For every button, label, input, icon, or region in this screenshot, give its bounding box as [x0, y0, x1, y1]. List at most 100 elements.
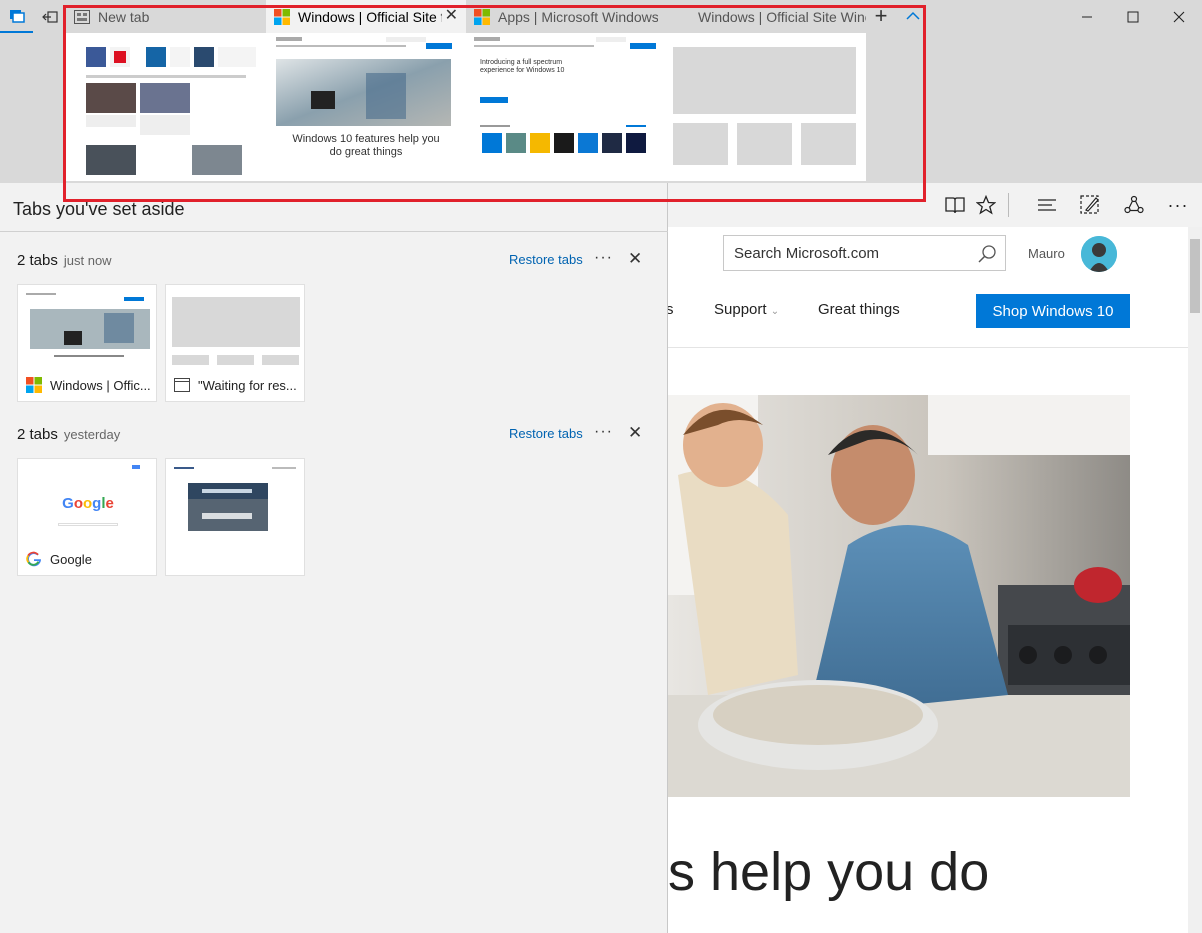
card-thumbnail	[24, 291, 152, 365]
card-title: "Waiting for res...	[198, 377, 297, 393]
close-tab-icon[interactable]: ✕	[445, 8, 458, 24]
tab-new-tab[interactable]: New tab	[66, 0, 266, 33]
group-header: 2 tabs just now	[17, 252, 112, 269]
minimize-icon	[1082, 16, 1092, 17]
hero-headline: s help you do	[668, 842, 990, 902]
plus-icon: +	[874, 3, 888, 28]
tab-preview-loading[interactable]	[666, 33, 866, 181]
chevron-up-icon	[906, 11, 920, 20]
new-tab-icon	[74, 9, 90, 24]
tab-label: Windows | Official Site Winc	[698, 8, 866, 25]
tab-preview-windows[interactable]: Windows 10 features help you do great th…	[266, 33, 466, 181]
tab-previews: Windows 10 features help you do great th…	[0, 33, 1202, 183]
tab-windows-official[interactable]: Windows | Official Site f ✕	[266, 0, 466, 33]
group-time: just now	[63, 253, 112, 268]
windows-page-thumbnail	[24, 291, 152, 365]
card-title: Google	[50, 551, 92, 567]
share-icon	[1124, 195, 1144, 214]
loading-page-thumbnail	[172, 291, 300, 365]
tab-label: Apps | Microsoft Windows	[498, 8, 658, 25]
more-icon[interactable]: ···	[594, 249, 613, 267]
page-icon	[174, 378, 190, 392]
avatar[interactable]	[1081, 236, 1117, 272]
group-count: 2 tabs	[17, 252, 58, 269]
card-title: Windows | Offic...	[50, 377, 151, 393]
card-thumbnail	[172, 465, 300, 539]
preview-headline: Introducing a full spectrum experience f…	[480, 59, 565, 74]
more-icon[interactable]: ···	[594, 423, 613, 441]
browser-toolbar: ···	[668, 183, 1202, 227]
search-input[interactable]: Search Microsoft.com	[723, 235, 1006, 271]
set-aside-icon	[41, 10, 58, 23]
tab-preview-apps[interactable]: Introducing a full spectrum experience f…	[466, 33, 666, 181]
shop-windows-button[interactable]: Shop Windows 10	[976, 294, 1130, 328]
book-icon	[945, 197, 965, 214]
hero-image	[668, 395, 1130, 797]
tab-windows-official-2[interactable]: Windows | Official Site Winc	[666, 0, 866, 33]
nav-item-products[interactable]: s	[668, 301, 674, 318]
nav-item-support[interactable]: Support ⌄	[714, 301, 779, 318]
set-tabs-aside-button[interactable]	[33, 0, 66, 33]
hub-button[interactable]	[1033, 191, 1061, 219]
tab-apps-microsoft[interactable]: Apps | Microsoft Windows	[466, 0, 666, 33]
new-tab-thumbnail	[66, 33, 266, 181]
nav-item-great-things[interactable]: Great things	[818, 301, 900, 318]
hero-photo	[668, 395, 1130, 797]
set-aside-tab-card[interactable]	[165, 458, 305, 576]
tab-preview-new-tab[interactable]	[66, 33, 266, 181]
pen-icon	[1080, 195, 1099, 214]
user-name[interactable]: Mauro	[1028, 246, 1065, 261]
toolbar-divider	[1008, 193, 1009, 217]
group-time: yesterday	[63, 427, 121, 442]
loading-page-thumbnail	[666, 33, 866, 181]
panel-title: Tabs you've set aside	[13, 199, 185, 219]
title-bar: New tab Windows | Official Site f ✕ Apps…	[0, 0, 1202, 33]
apps-page-thumbnail	[466, 33, 666, 181]
set-aside-tab-card[interactable]: Windows | Offic...	[17, 284, 157, 402]
hide-previews-button[interactable]	[900, 4, 926, 30]
set-aside-tab-card[interactable]: Google Google	[17, 458, 157, 576]
tab-label: New tab	[98, 8, 150, 25]
more-icon: ···	[1167, 194, 1189, 215]
star-icon	[976, 195, 996, 215]
card-caption: Windows | Offic...	[26, 376, 152, 394]
restore-tabs-link[interactable]: Restore tabs	[509, 252, 583, 267]
microsoft-logo-icon	[474, 8, 490, 25]
google-logo-text: Google	[62, 495, 114, 512]
share-button[interactable]	[1120, 191, 1148, 219]
search-placeholder: Search Microsoft.com	[734, 244, 880, 262]
tabs-aside-panel: Tabs you've set aside 2 tabs just now Res…	[0, 183, 668, 933]
favorite-button[interactable]	[972, 191, 1000, 219]
card-thumbnail	[172, 291, 300, 365]
signin-button-thumb	[132, 465, 140, 469]
google-logo-icon	[26, 551, 42, 567]
group-count: 2 tabs	[17, 426, 58, 443]
website-thumbnail	[172, 465, 300, 539]
maximize-button[interactable]	[1110, 0, 1156, 33]
microsoft-logo-icon	[26, 377, 42, 393]
minimize-button[interactable]	[1064, 0, 1110, 33]
tab-actions	[0, 0, 66, 33]
set-aside-tab-card[interactable]: "Waiting for res...	[165, 284, 305, 402]
hub-icon	[1038, 199, 1056, 211]
close-icon[interactable]: ✕	[628, 423, 642, 443]
group-header: 2 tabs yesterday	[17, 426, 120, 443]
scrollbar-thumb[interactable]	[1190, 239, 1200, 313]
card-caption: "Waiting for res...	[174, 376, 300, 394]
more-button[interactable]: ···	[1164, 191, 1192, 219]
close-icon	[1173, 11, 1185, 22]
search-icon[interactable]	[977, 244, 997, 264]
close-icon[interactable]: ✕	[628, 249, 642, 269]
web-note-button[interactable]	[1076, 191, 1104, 219]
reading-view-button[interactable]	[941, 191, 969, 219]
new-tab-button[interactable]: +	[868, 4, 894, 30]
tabs-aside-button[interactable]	[0, 0, 33, 33]
preview-headline: Windows 10 features help you do great th…	[292, 133, 440, 158]
restore-tabs-link[interactable]: Restore tabs	[509, 426, 583, 441]
page-scrollbar[interactable]	[1188, 227, 1202, 933]
close-window-button[interactable]	[1156, 0, 1202, 33]
nav-label: Support	[714, 301, 767, 318]
tabs-aside-icon	[9, 9, 25, 23]
nav-divider	[668, 347, 1188, 348]
search-box-thumb	[58, 523, 118, 526]
